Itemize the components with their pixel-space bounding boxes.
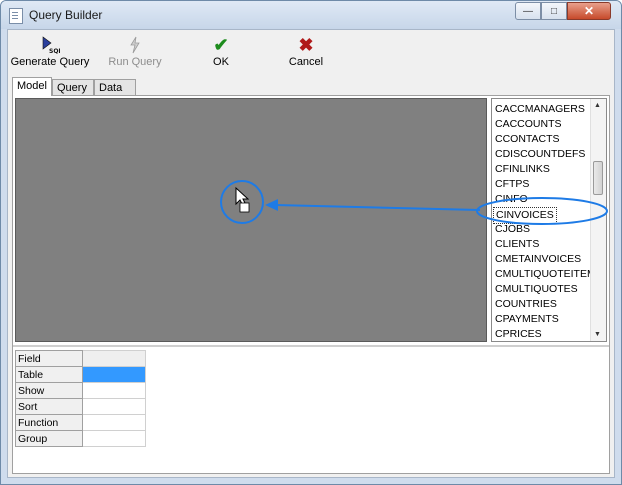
ok-label: OK	[213, 56, 229, 68]
grid-row-function: Function	[15, 414, 146, 431]
app-icon	[9, 8, 23, 24]
table-list[interactable]: CACCMANAGERS CACCOUNTS CCONTACTS CDISCOU…	[491, 98, 607, 342]
tab-data[interactable]: Data	[94, 79, 136, 95]
table-list-item[interactable]: CJOBS	[495, 222, 530, 237]
toolbar: SQL Generate Query Run Query ✔ OK ✖ C	[8, 30, 614, 74]
grid-row-show: Show	[15, 382, 146, 399]
grid-cell[interactable]	[82, 350, 146, 367]
lightning-icon	[125, 36, 145, 54]
table-list-item[interactable]: CINFO	[495, 192, 528, 207]
grid-row-label: Show	[15, 382, 83, 399]
cancel-label: Cancel	[288, 56, 324, 68]
grid-row-label: Sort	[15, 398, 83, 415]
grid-cell[interactable]	[82, 382, 146, 399]
query-grid: Field Table Show Sort Function Group	[15, 350, 146, 447]
tab-model[interactable]: Model	[12, 77, 52, 96]
client-area: SQL Generate Query Run Query ✔ OK ✖ C	[7, 29, 615, 478]
scrollbar-thumb[interactable]	[593, 161, 603, 195]
table-list-item[interactable]: CFINLINKS	[495, 162, 550, 177]
cancel-button[interactable]: ✖ Cancel	[284, 34, 328, 74]
table-list-item[interactable]: COUNTRIES	[495, 297, 557, 312]
svg-text:SQL: SQL	[49, 48, 60, 54]
panel-splitter[interactable]	[13, 345, 609, 347]
x-icon: ✖	[298, 35, 314, 55]
table-list-item[interactable]: CACCOUNTS	[495, 117, 562, 132]
grid-row-sort: Sort	[15, 398, 146, 415]
grid-cell[interactable]	[82, 430, 146, 447]
ok-button[interactable]: ✔ OK	[204, 34, 238, 74]
grid-row-group: Group	[15, 430, 146, 447]
query-builder-window: Query Builder — □ ✕ SQL Generate Query	[0, 0, 622, 485]
table-list-item[interactable]: CMULTIQUOTEITEMS	[495, 267, 603, 282]
table-list-item[interactable]: CMULTIQUOTES	[495, 282, 578, 297]
grid-row-field: Field	[15, 350, 146, 367]
window-title: Query Builder	[29, 8, 103, 22]
diagram-canvas[interactable]	[15, 98, 487, 342]
generate-query-button[interactable]: SQL Generate Query	[10, 34, 90, 74]
model-panel: CACCMANAGERS CACCOUNTS CCONTACTS CDISCOU…	[12, 95, 610, 474]
grid-row-label: Group	[15, 430, 83, 447]
maximize-button[interactable]: □	[541, 2, 567, 20]
grid-cell-selected[interactable]	[82, 366, 146, 383]
grid-row-label: Table	[15, 366, 83, 383]
grid-row-label: Field	[15, 350, 83, 367]
table-list-item[interactable]: CCONTACTS	[495, 132, 560, 147]
grid-cell[interactable]	[82, 398, 146, 415]
close-button[interactable]: ✕	[567, 2, 611, 20]
tab-query[interactable]: Query	[52, 79, 94, 95]
title-bar[interactable]: Query Builder — □ ✕	[1, 1, 621, 29]
scroll-down-icon[interactable]: ▼	[594, 331, 601, 338]
check-icon: ✔	[213, 35, 229, 55]
generate-sql-icon: SQL	[40, 36, 62, 55]
table-list-item[interactable]: CLIENTS	[495, 237, 539, 252]
grid-cell[interactable]	[82, 414, 146, 431]
table-list-scrollbar[interactable]: ▲ ▼	[590, 99, 606, 341]
minimize-button[interactable]: —	[515, 2, 541, 20]
table-list-item[interactable]: CFTPS	[495, 177, 529, 192]
table-list-item[interactable]: CACCMANAGERS	[495, 102, 585, 117]
run-query-label: Run Query	[108, 56, 162, 68]
scroll-up-icon[interactable]: ▲	[594, 102, 601, 109]
generate-query-label: Generate Query	[10, 56, 90, 68]
table-list-item[interactable]: CMETAINVOICES	[495, 252, 581, 267]
table-list-item[interactable]: CPAYMENTS	[495, 312, 559, 327]
grid-row-table: Table	[15, 366, 146, 383]
table-list-item[interactable]: CPRICES	[495, 327, 542, 341]
grid-row-label: Function	[15, 414, 83, 431]
table-list-item[interactable]: CDISCOUNTDEFS	[495, 147, 585, 162]
run-query-button[interactable]: Run Query	[104, 34, 166, 74]
